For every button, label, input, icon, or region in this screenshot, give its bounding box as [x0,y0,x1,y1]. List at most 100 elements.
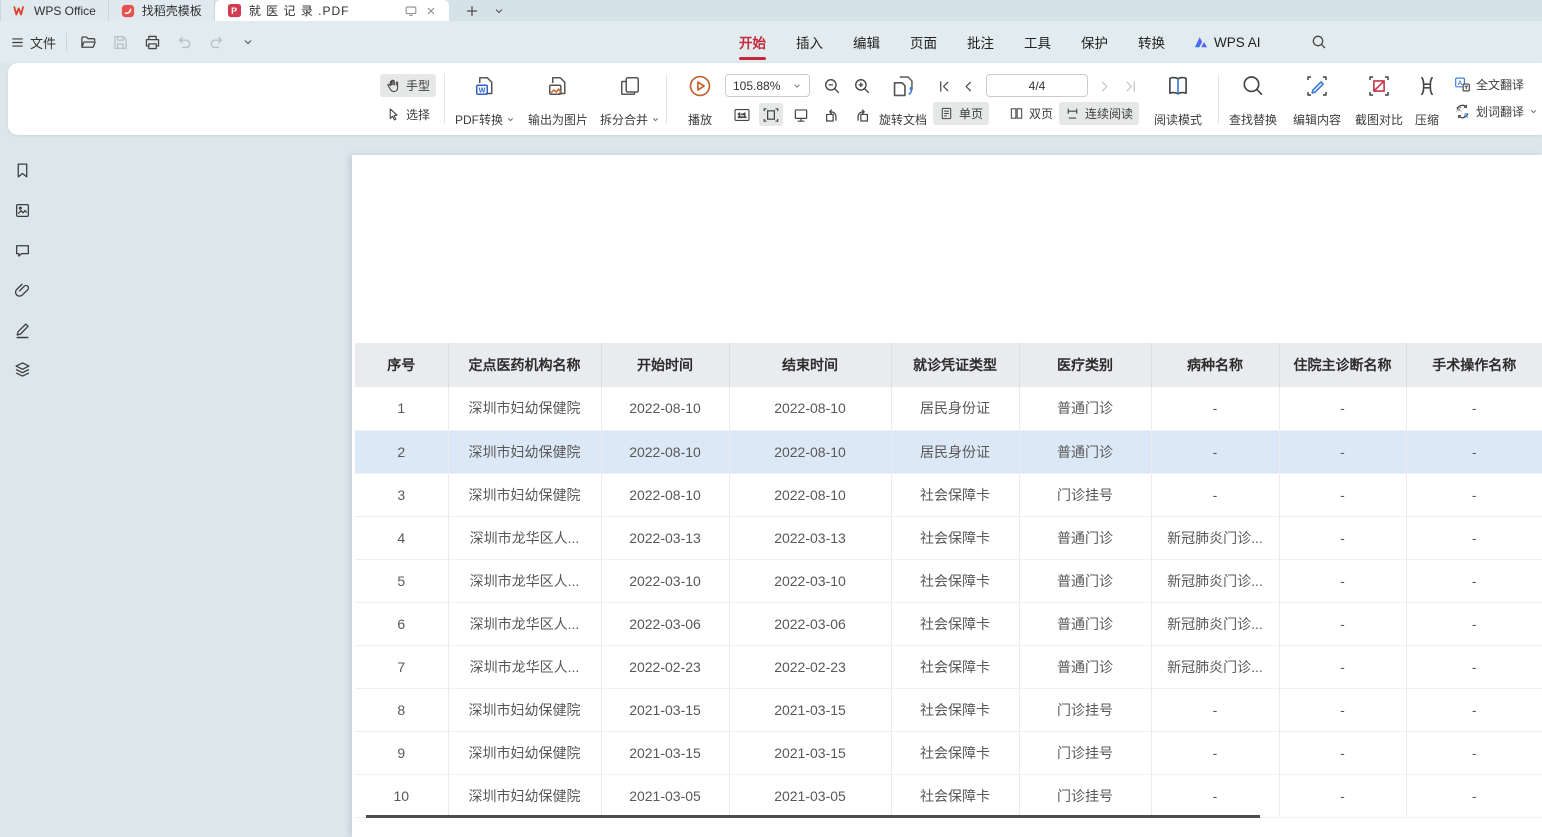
menu-tab-2[interactable]: 编辑 [853,32,880,52]
previous-page-button[interactable] [958,75,978,98]
table-cell: 深圳市龙华区人... [448,645,601,688]
table-row[interactable]: 1深圳市妇幼保健院2022-08-102022-08-10居民身份证普通门诊--… [355,387,1542,430]
table-cell: 新冠肺炎门诊... [1151,559,1279,602]
menu-tab-7[interactable]: 转换 [1138,32,1165,52]
table-cell: 社会保障卡 [891,731,1019,774]
pdf-convert-button[interactable]: W PDF转换 [448,71,522,128]
split-merge-label: 拆分合并 [600,111,648,128]
word-translate-button[interactable]: A文 划词翻译 [1454,103,1538,120]
table-cell: - [1406,774,1542,817]
single-page-view-button[interactable]: 单页 [933,102,989,125]
global-search-icon[interactable] [1311,34,1327,50]
table-row[interactable]: 7深圳市龙华区人...2022-02-232022-02-23社会保障卡普通门诊… [355,645,1542,688]
word-translate-icon: A文 [1454,103,1471,120]
fit-width-button[interactable] [759,103,783,126]
actual-size-button[interactable]: 1:1 [730,103,754,126]
continuous-reading-button[interactable]: 连续阅读 [1059,102,1139,125]
table-cell: - [1279,774,1406,817]
tab-wps-office[interactable]: WPS Office [0,0,109,21]
table-row[interactable]: 8深圳市妇幼保健院2021-03-152021-03-15社会保障卡门诊挂号--… [355,688,1542,731]
annotate-pen-panel-icon[interactable] [12,320,32,340]
table-row[interactable]: 3深圳市妇幼保健院2022-08-102022-08-10社会保障卡门诊挂号--… [355,473,1542,516]
book-icon [1166,71,1190,101]
read-mode-button[interactable]: 阅读模式 [1148,71,1208,128]
table-row[interactable]: 10深圳市妇幼保健院2021-03-052021-03-05社会保障卡门诊挂号-… [355,774,1542,817]
file-menu-button[interactable]: 文件 [10,33,56,52]
hand-tool-button[interactable]: 手型 [380,74,436,97]
first-page-button[interactable] [934,75,954,98]
table-row[interactable]: 4深圳市龙华区人...2022-03-132022-03-13社会保障卡普通门诊… [355,516,1542,559]
redo-icon[interactable] [205,31,227,53]
table-row[interactable]: 5深圳市龙华区人...2022-03-102022-03-10社会保障卡普通门诊… [355,559,1542,602]
menu-tab-4[interactable]: 批注 [967,32,994,52]
table-cell: 普通门诊 [1019,387,1151,430]
table-cell: 深圳市龙华区人... [448,602,601,645]
split-merge-button[interactable]: 拆分合并 [596,71,664,128]
edit-content-button[interactable]: 编辑内容 [1286,71,1348,128]
open-file-icon[interactable] [77,31,99,53]
save-icon[interactable] [109,31,131,53]
rotate-left-button[interactable] [820,103,844,126]
undo-icon[interactable] [173,31,195,53]
menu-tab-0[interactable]: 开始 [739,32,766,52]
chevron-down-icon [792,81,802,91]
tab-document[interactable]: P 就 医 记 录 .PDF [215,0,449,21]
table-cell: - [1279,602,1406,645]
table-cell: - [1151,731,1279,774]
docer-logo-icon [121,4,135,18]
table-row[interactable]: 2深圳市妇幼保健院2022-08-102022-08-10居民身份证普通门诊--… [355,430,1542,473]
tab-docer[interactable]: 找稻壳模板 [109,0,215,21]
new-tab-icon[interactable] [465,4,479,18]
table-cell: 普通门诊 [1019,602,1151,645]
table-cell: 居民身份证 [891,430,1019,473]
zoom-level-select[interactable]: 105.88% [725,74,810,97]
undo-history-chevron-icon[interactable] [237,31,259,53]
comment-panel-icon[interactable] [12,240,32,260]
select-tool-button[interactable]: 选择 [380,103,436,126]
wps-ai-button[interactable]: WPS AI [1193,35,1261,50]
export-image-label: 输出为图片 [528,111,588,128]
table-cell: 普通门诊 [1019,645,1151,688]
bookmark-panel-icon[interactable] [12,160,32,180]
zoom-out-button[interactable] [820,74,844,97]
tab-list-chevron-icon[interactable] [493,5,505,17]
attachment-panel-icon[interactable] [12,280,32,300]
layers-panel-icon[interactable] [12,359,32,379]
rotate-document-button[interactable]: 旋转文档 [870,71,936,128]
table-header-row: 序号定点医药机构名称开始时间结束时间就诊凭证类型医疗类别病种名称住院主诊断名称手… [355,343,1542,387]
page-indicator-input[interactable] [986,74,1088,97]
table-cell: - [1406,516,1542,559]
thumbnail-panel-icon[interactable] [12,200,32,220]
chevron-down-icon [1529,107,1538,116]
table-cell: - [1406,731,1542,774]
fit-page-button[interactable] [789,103,813,126]
monitor-icon[interactable] [404,4,418,18]
next-page-button[interactable] [1094,75,1114,98]
compress-label: 压缩 [1415,111,1439,128]
compress-button[interactable]: 压缩 [1404,71,1450,128]
print-icon[interactable] [141,31,163,53]
close-tab-icon[interactable] [425,5,437,17]
find-replace-icon [1241,71,1265,101]
table-row[interactable]: 6深圳市龙华区人...2022-03-062022-03-06社会保障卡普通门诊… [355,602,1542,645]
full-translate-button[interactable]: A 全文翻译 [1454,76,1524,93]
menu-tab-6[interactable]: 保护 [1081,32,1108,52]
screenshot-compare-button[interactable]: 截图对比 [1348,71,1410,128]
table-cell: - [1279,473,1406,516]
last-page-button[interactable] [1120,75,1140,98]
table-cell: 深圳市龙华区人... [448,559,601,602]
table-cell: - [1151,387,1279,430]
play-button[interactable]: 播放 [674,71,726,128]
table-cell: 门诊挂号 [1019,731,1151,774]
table-cell: 5 [355,559,448,602]
menu-tab-1[interactable]: 插入 [796,32,823,52]
single-page-icon [939,106,954,121]
menu-tab-3[interactable]: 页面 [910,32,937,52]
table-cell: 6 [355,602,448,645]
export-image-button[interactable]: 输出为图片 [520,71,596,128]
menu-tab-5[interactable]: 工具 [1024,32,1051,52]
table-cell: - [1279,731,1406,774]
tab-label: 找稻壳模板 [142,2,202,19]
table-row[interactable]: 9深圳市妇幼保健院2021-03-152021-03-15社会保障卡门诊挂号--… [355,731,1542,774]
find-replace-button[interactable]: 查找替换 [1222,71,1284,128]
